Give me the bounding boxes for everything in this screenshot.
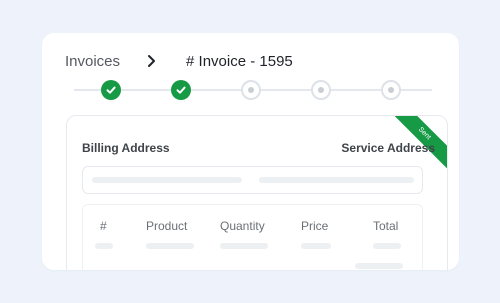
invoice-card: Invoices # Invoice - 1595 Sent Billing A… — [42, 33, 459, 270]
service-address-label: Service Address — [341, 141, 435, 155]
breadcrumb-invoices-link[interactable]: Invoices — [65, 53, 120, 70]
subtotal-skeleton — [355, 263, 403, 269]
service-address-skeleton — [259, 177, 414, 183]
check-icon — [106, 86, 116, 94]
billing-address-skeleton — [92, 177, 242, 183]
line-items-table: # Product Quantity Price Total — [82, 204, 423, 270]
step-1-complete[interactable] — [101, 80, 121, 100]
row-quantity-skeleton — [220, 243, 268, 249]
address-placeholder-box — [82, 166, 423, 194]
step-2-complete[interactable] — [171, 80, 191, 100]
breadcrumb-current-invoice: # Invoice - 1595 — [186, 52, 293, 70]
step-4-pending[interactable] — [311, 80, 331, 100]
check-icon — [176, 86, 186, 94]
row-product-skeleton — [146, 243, 194, 249]
row-price-skeleton — [301, 243, 331, 249]
progress-stepper — [72, 80, 432, 100]
breadcrumb: Invoices # Invoice - 1595 — [65, 51, 293, 71]
step-5-pending[interactable] — [381, 80, 401, 100]
chevron-right-icon — [146, 54, 168, 68]
column-header-number: # — [100, 219, 107, 233]
column-header-product: Product — [146, 219, 188, 233]
step-3-pending[interactable] — [241, 80, 261, 100]
invoice-preview: Sent Billing Address Service Address # P… — [66, 115, 448, 270]
column-header-total: Total — [373, 219, 399, 233]
column-header-price: Price — [301, 219, 329, 233]
row-number-skeleton — [95, 243, 113, 249]
column-header-quantity: Quantity — [220, 219, 265, 233]
row-total-skeleton — [373, 243, 401, 249]
billing-address-label: Billing Address — [82, 141, 170, 155]
